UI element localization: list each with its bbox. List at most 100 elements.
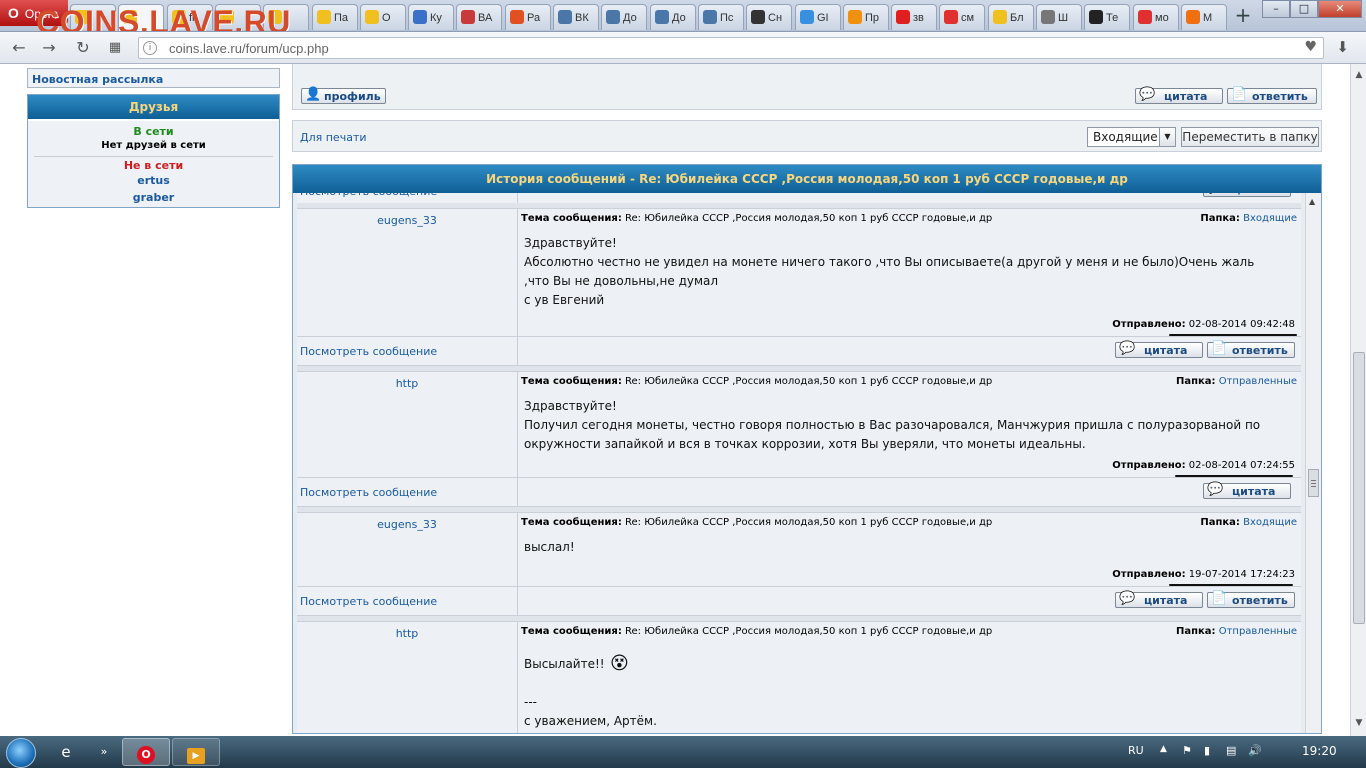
newsletter-link[interactable]: Новостная рассылка [27, 68, 280, 88]
reply-label: ответить [1252, 90, 1308, 103]
reply-button[interactable]: 📄 ответить [1207, 591, 1295, 608]
maximize-button[interactable]: □ [1290, 0, 1318, 18]
taskbar-player-icon[interactable]: ▶ [172, 738, 220, 766]
forward-button[interactable]: → [38, 38, 60, 58]
browser-tab[interactable]: GI [795, 4, 841, 30]
folder-link[interactable]: Входящие [1243, 517, 1297, 528]
browser-tab[interactable]: Ра [505, 4, 551, 30]
view-message-link[interactable]: Посмотреть сообщение [300, 345, 437, 358]
message-line: с уважением, Артём. [524, 714, 657, 728]
browser-tab[interactable]: Ку [408, 4, 454, 30]
folder-link[interactable]: Отправленные [1219, 626, 1297, 637]
scroll-thumb[interactable] [1353, 352, 1365, 624]
tab-favicon-icon [993, 10, 1007, 24]
scroll-thumb[interactable] [1308, 469, 1319, 497]
taskbar-opera-icon[interactable]: O [122, 738, 170, 766]
quote-icon: 💬 [1139, 87, 1156, 102]
tab-favicon-icon [944, 10, 958, 24]
move-to-folder-button[interactable]: Переместить в папку [1181, 127, 1319, 147]
message-line: Высылайте!! [524, 657, 605, 671]
friend-link[interactable]: ertus [28, 174, 279, 189]
url-field[interactable]: i coins.lave.ru/forum/ucp.php ♥ ⬇ [138, 37, 1349, 59]
downloads-icon[interactable]: ⬇ [1336, 38, 1349, 56]
start-button[interactable] [6, 738, 36, 768]
browser-tab[interactable]: зв [891, 4, 937, 30]
browser-tab[interactable]: Ш [1036, 4, 1082, 30]
browser-tab[interactable]: Пр [843, 4, 889, 30]
browser-tab[interactable]: О [360, 4, 406, 30]
message-author[interactable]: http [297, 622, 517, 640]
chevron-right-icon[interactable]: » [92, 738, 116, 766]
folder-link[interactable]: Отправленные [1219, 376, 1297, 387]
print-link[interactable]: Для печати [300, 131, 367, 144]
tray-expand-icon[interactable]: ▲ [1160, 744, 1167, 754]
address-bar: ← → ↻ ▦ i coins.lave.ru/forum/ucp.php ♥ … [0, 32, 1366, 64]
profile-button[interactable]: 👤 профиль [301, 87, 386, 104]
scroll-up-icon[interactable]: ▲ [1353, 70, 1365, 82]
message-line: выслал! [524, 540, 575, 554]
tab-favicon-icon [317, 10, 331, 24]
quote-button[interactable]: 💬 цитата [1115, 591, 1203, 608]
page-scrollbar[interactable]: ▲ ▼ [1350, 64, 1366, 736]
browser-tab[interactable]: ВК [553, 4, 599, 30]
browser-tab[interactable]: Па [312, 4, 358, 30]
handwritten-underline [1175, 475, 1293, 477]
message-author[interactable]: http [297, 372, 517, 390]
browser-tab[interactable]: Сн [746, 4, 792, 30]
quote-button[interactable]: 💬 цитата [1203, 482, 1291, 499]
folder-label: Папка: [1175, 376, 1216, 387]
back-button[interactable]: ← [8, 38, 30, 58]
sent-value: 19-07-2014 17:24:23 [1188, 569, 1295, 580]
friend-link[interactable]: graber [28, 191, 279, 206]
tab-label: Ку [430, 12, 442, 24]
browser-tab[interactable]: ВА [456, 4, 502, 30]
battery-icon[interactable]: ▮ [1204, 744, 1210, 757]
browser-tab[interactable]: До [601, 4, 647, 30]
network-icon[interactable]: ▤ [1226, 744, 1236, 757]
new-tab-button[interactable]: + [1232, 5, 1254, 27]
folder-link[interactable]: Входящие [1243, 213, 1297, 224]
quote-label: цитата [1144, 344, 1188, 357]
scroll-down-icon[interactable]: ▼ [1353, 718, 1365, 730]
flag-icon[interactable]: ⚑ [1182, 744, 1192, 757]
close-window-button[interactable]: ✕ [1318, 0, 1362, 18]
bookmark-heart-icon[interactable]: ♥ [1304, 39, 1317, 55]
history-scrollbar[interactable]: ▲ [1305, 193, 1321, 733]
quote-button[interactable]: 💬 цитата [1135, 87, 1223, 104]
browser-tab[interactable]: Бл [988, 4, 1034, 30]
quote-icon: 💬 [1119, 591, 1136, 606]
quote-button[interactable]: 💬 цитата [1203, 193, 1291, 197]
sent-label: Отправлено: [1112, 460, 1186, 471]
view-message-link[interactable]: Посмотреть сообщение [300, 486, 437, 499]
browser-tab[interactable]: мо [1133, 4, 1179, 30]
message-footer: Посмотреть сообщение 💬 цитата 📄 ответить [297, 337, 1301, 366]
ie-icon[interactable]: e [46, 738, 86, 766]
reply-button[interactable]: 📄 ответить [1207, 341, 1295, 358]
tab-label: Ра [527, 12, 541, 24]
reload-button[interactable]: ↻ [72, 38, 94, 58]
message-line: Здравствуйте! [524, 236, 617, 250]
scroll-up-icon[interactable]: ▲ [1309, 197, 1315, 206]
browser-tab[interactable]: До [650, 4, 696, 30]
volume-icon[interactable]: 🔊 [1248, 744, 1262, 757]
browser-tab[interactable]: см [939, 4, 985, 30]
minimize-button[interactable]: – [1262, 0, 1290, 18]
message-author[interactable]: eugens_33 [297, 513, 517, 531]
speed-dial-icon[interactable]: ▦ [104, 38, 126, 58]
chevron-down-icon[interactable]: ▼ [1159, 128, 1175, 146]
browser-tab[interactable]: М [1181, 4, 1227, 30]
tab-label: М [1203, 12, 1213, 24]
browser-tab[interactable]: Те [1084, 4, 1130, 30]
view-message-link[interactable]: Посмотреть сообщение [300, 595, 437, 608]
browser-tab[interactable]: Пс [698, 4, 744, 30]
message-folder: Папка: Входящие [1200, 213, 1297, 224]
tab-label: До [672, 12, 686, 24]
quote-button[interactable]: 💬 цитата [1115, 341, 1203, 358]
reply-button[interactable]: 📄 ответить [1227, 87, 1317, 104]
message-author[interactable]: eugens_33 [297, 209, 517, 227]
message-line: с ув Евгений [524, 293, 605, 307]
site-info-icon[interactable]: i [143, 41, 157, 55]
folder-select[interactable]: Входящие ▼ [1087, 127, 1176, 147]
language-indicator[interactable]: RU [1128, 744, 1144, 757]
view-message-link[interactable]: Посмотреть сообщение [300, 193, 437, 198]
